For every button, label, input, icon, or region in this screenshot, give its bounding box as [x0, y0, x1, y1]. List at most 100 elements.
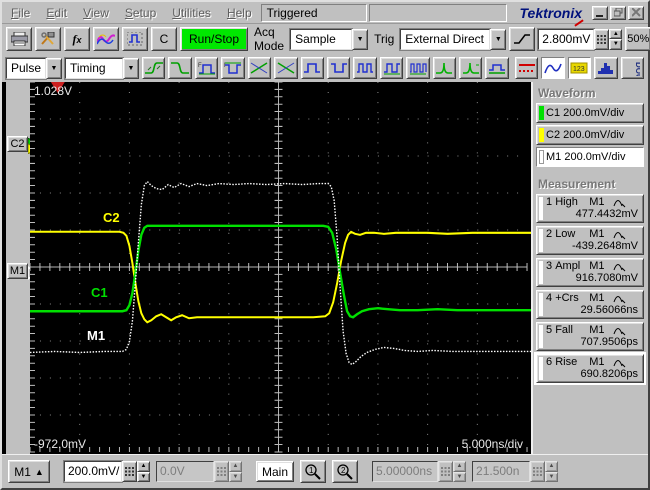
waveform-button-c2[interactable]: C2 200.0mV/div [536, 125, 644, 145]
mask-test-icon[interactable]: DOC [620, 57, 645, 79]
menu-file[interactable]: File [4, 4, 37, 22]
waveform-display-icon[interactable] [541, 57, 565, 79]
display-area: C2 M1 1.028V -972.0mV 5.000ns/div C2 C1 … [2, 82, 648, 454]
meas-category-value: Pulse [5, 56, 47, 80]
burst-width-icon[interactable] [353, 57, 377, 79]
cursors-icon[interactable] [514, 57, 539, 79]
trace-label-m1: M1 [87, 328, 106, 343]
minimize-button[interactable] [592, 5, 608, 20]
neg-pulse-icon[interactable] [326, 57, 351, 79]
horizontal-delay-input: 21.500n [472, 461, 531, 482]
measurement-button-ampl[interactable]: 3 Ampl M1 916.7080mV [536, 258, 644, 287]
meas-subcategory-select[interactable]: Timing ▼ [64, 56, 139, 80]
menu-utilities[interactable]: Utilities [165, 4, 218, 22]
svg-text:F: F [198, 63, 202, 69]
frequency-icon[interactable] [406, 57, 430, 79]
bottom-control-bar: M1 ▲ 200.0mV/ ▲ ▼ 0.0V ▲ ▼ Main 1 2 5.00000… [2, 454, 648, 488]
measurement-button-high[interactable]: 1 High M1 477.4432mV [536, 194, 644, 223]
menu-view[interactable]: View [76, 4, 116, 22]
cycle-area-icon[interactable] [459, 57, 483, 79]
zoom-50-button[interactable]: 50% [625, 27, 650, 51]
falling-cross-icon[interactable] [274, 57, 298, 79]
keypad-icon[interactable] [594, 28, 610, 50]
setup-tools-icon[interactable] [35, 27, 61, 51]
menu-setup[interactable]: Setup [118, 4, 163, 22]
spin-up-icon: ▲ [453, 461, 467, 472]
spin-down-icon: ▼ [453, 471, 467, 482]
app-window: File Edit View Setup Utilities Help Trig… [0, 0, 650, 490]
trig-source-select[interactable]: External Direct ▼ [399, 27, 507, 51]
meas-stripe [539, 229, 543, 252]
toolbar-measure: Pulse ▼ Timing ▼ F F 123 DOC [2, 54, 648, 82]
c2-color-stripe [539, 128, 544, 142]
main-view-button[interactable]: Main [256, 461, 295, 482]
period-icon[interactable] [379, 57, 404, 79]
close-button[interactable] [628, 5, 644, 20]
trigger-status: Triggered [260, 3, 367, 22]
meas-stripe [539, 261, 543, 284]
meas-stripe [539, 357, 543, 380]
menu-edit[interactable]: Edit [39, 4, 74, 22]
chevron-down-icon[interactable]: ▼ [352, 28, 369, 50]
rising-cross-icon[interactable] [247, 57, 272, 79]
fall-time-icon[interactable] [168, 57, 192, 79]
svg-text:DOC: DOC [634, 62, 640, 76]
meas-category-select[interactable]: Pulse ▼ [5, 56, 62, 80]
trig-level-input[interactable]: 2.800mV [537, 27, 596, 51]
keypad-icon [530, 461, 546, 482]
pulse-glyph-icon [613, 263, 626, 271]
vectors-icon[interactable] [93, 27, 119, 51]
run-stop-button[interactable]: Run/Stop [180, 27, 249, 51]
spin-up-icon: ▲ [545, 461, 559, 472]
pulse-display-icon[interactable] [122, 27, 148, 51]
waveform-button-c1[interactable]: C1 200.0mV/div [536, 103, 644, 123]
histogram-icon[interactable] [594, 57, 618, 79]
spin-up-icon[interactable]: ▲ [609, 28, 623, 39]
channel-marker-m1[interactable]: M1 [7, 263, 38, 281]
message-box [368, 3, 507, 22]
trace-label-c1: C1 [91, 285, 108, 300]
chevron-down-icon[interactable]: ▼ [490, 28, 507, 50]
restore-button[interactable] [610, 5, 626, 20]
meas-stripe [539, 197, 543, 220]
print-icon[interactable] [6, 27, 32, 51]
clear-icon[interactable]: C [151, 27, 177, 51]
horizontal-scale-input: 5.00000ns [372, 461, 439, 482]
chevron-down-icon[interactable]: ▼ [46, 57, 62, 79]
pulse-glyph-icon [613, 199, 626, 207]
spin-down-icon[interactable]: ▼ [137, 471, 150, 482]
vertical-scale-input[interactable]: 200.0mV/ [63, 460, 123, 483]
trace-m1 [30, 180, 531, 366]
rise-time-icon[interactable] [142, 57, 166, 79]
top-volts-readout: 1.028V [34, 84, 73, 98]
zoom2-magnifier-icon[interactable]: 2 [332, 460, 359, 483]
channel-marker-c2[interactable]: C2 [7, 136, 39, 155]
pos-pulse-icon[interactable] [300, 57, 324, 79]
area-icon[interactable] [432, 57, 457, 79]
chevron-down-icon[interactable]: ▼ [123, 57, 139, 79]
up-arrow-icon: ▲ [34, 466, 44, 477]
channel-select-button[interactable]: M1 ▲ [8, 460, 50, 483]
spin-up-icon[interactable]: ▲ [137, 461, 150, 472]
zoom1-magnifier-icon[interactable]: 1 [300, 460, 327, 483]
trig-slope-icon[interactable] [509, 27, 536, 51]
pulse-glyph-icon [613, 231, 626, 239]
side-panel: Waveform C1 200.0mV/div C2 200.0mV/div M… [531, 82, 648, 454]
neg-width-icon[interactable]: F [221, 57, 245, 79]
acq-mode-select[interactable]: Sample ▼ [289, 27, 369, 51]
measurement-button-rise[interactable]: 6 Rise M1 690.8206ps [536, 354, 644, 383]
waveform-panel-header: Waveform [538, 86, 596, 100]
pos-width-icon[interactable]: F [194, 57, 219, 79]
formula-icon[interactable]: fx [64, 27, 90, 51]
measurement-button-fall[interactable]: 5 Fall M1 707.9506ps [536, 322, 644, 351]
duty-cycle-icon[interactable] [485, 57, 509, 79]
toolbar-main: fx C Run/Stop Acq Mode Sample ▼ Trig Ext… [2, 24, 650, 54]
measurement-button-low[interactable]: 2 Low M1 -439.2648mV [536, 226, 644, 255]
meas-subcategory-value: Timing [64, 56, 124, 80]
measurement-button-pcrs[interactable]: 4 +Crs M1 29.56066ns [536, 290, 644, 319]
menu-help[interactable]: Help [220, 4, 259, 22]
waveform-button-m1[interactable]: M1 200.0mV/div [536, 147, 644, 167]
readout-icon[interactable]: 123 [567, 57, 592, 79]
keypad-icon[interactable] [122, 461, 137, 482]
spin-down-icon[interactable]: ▼ [609, 39, 623, 50]
